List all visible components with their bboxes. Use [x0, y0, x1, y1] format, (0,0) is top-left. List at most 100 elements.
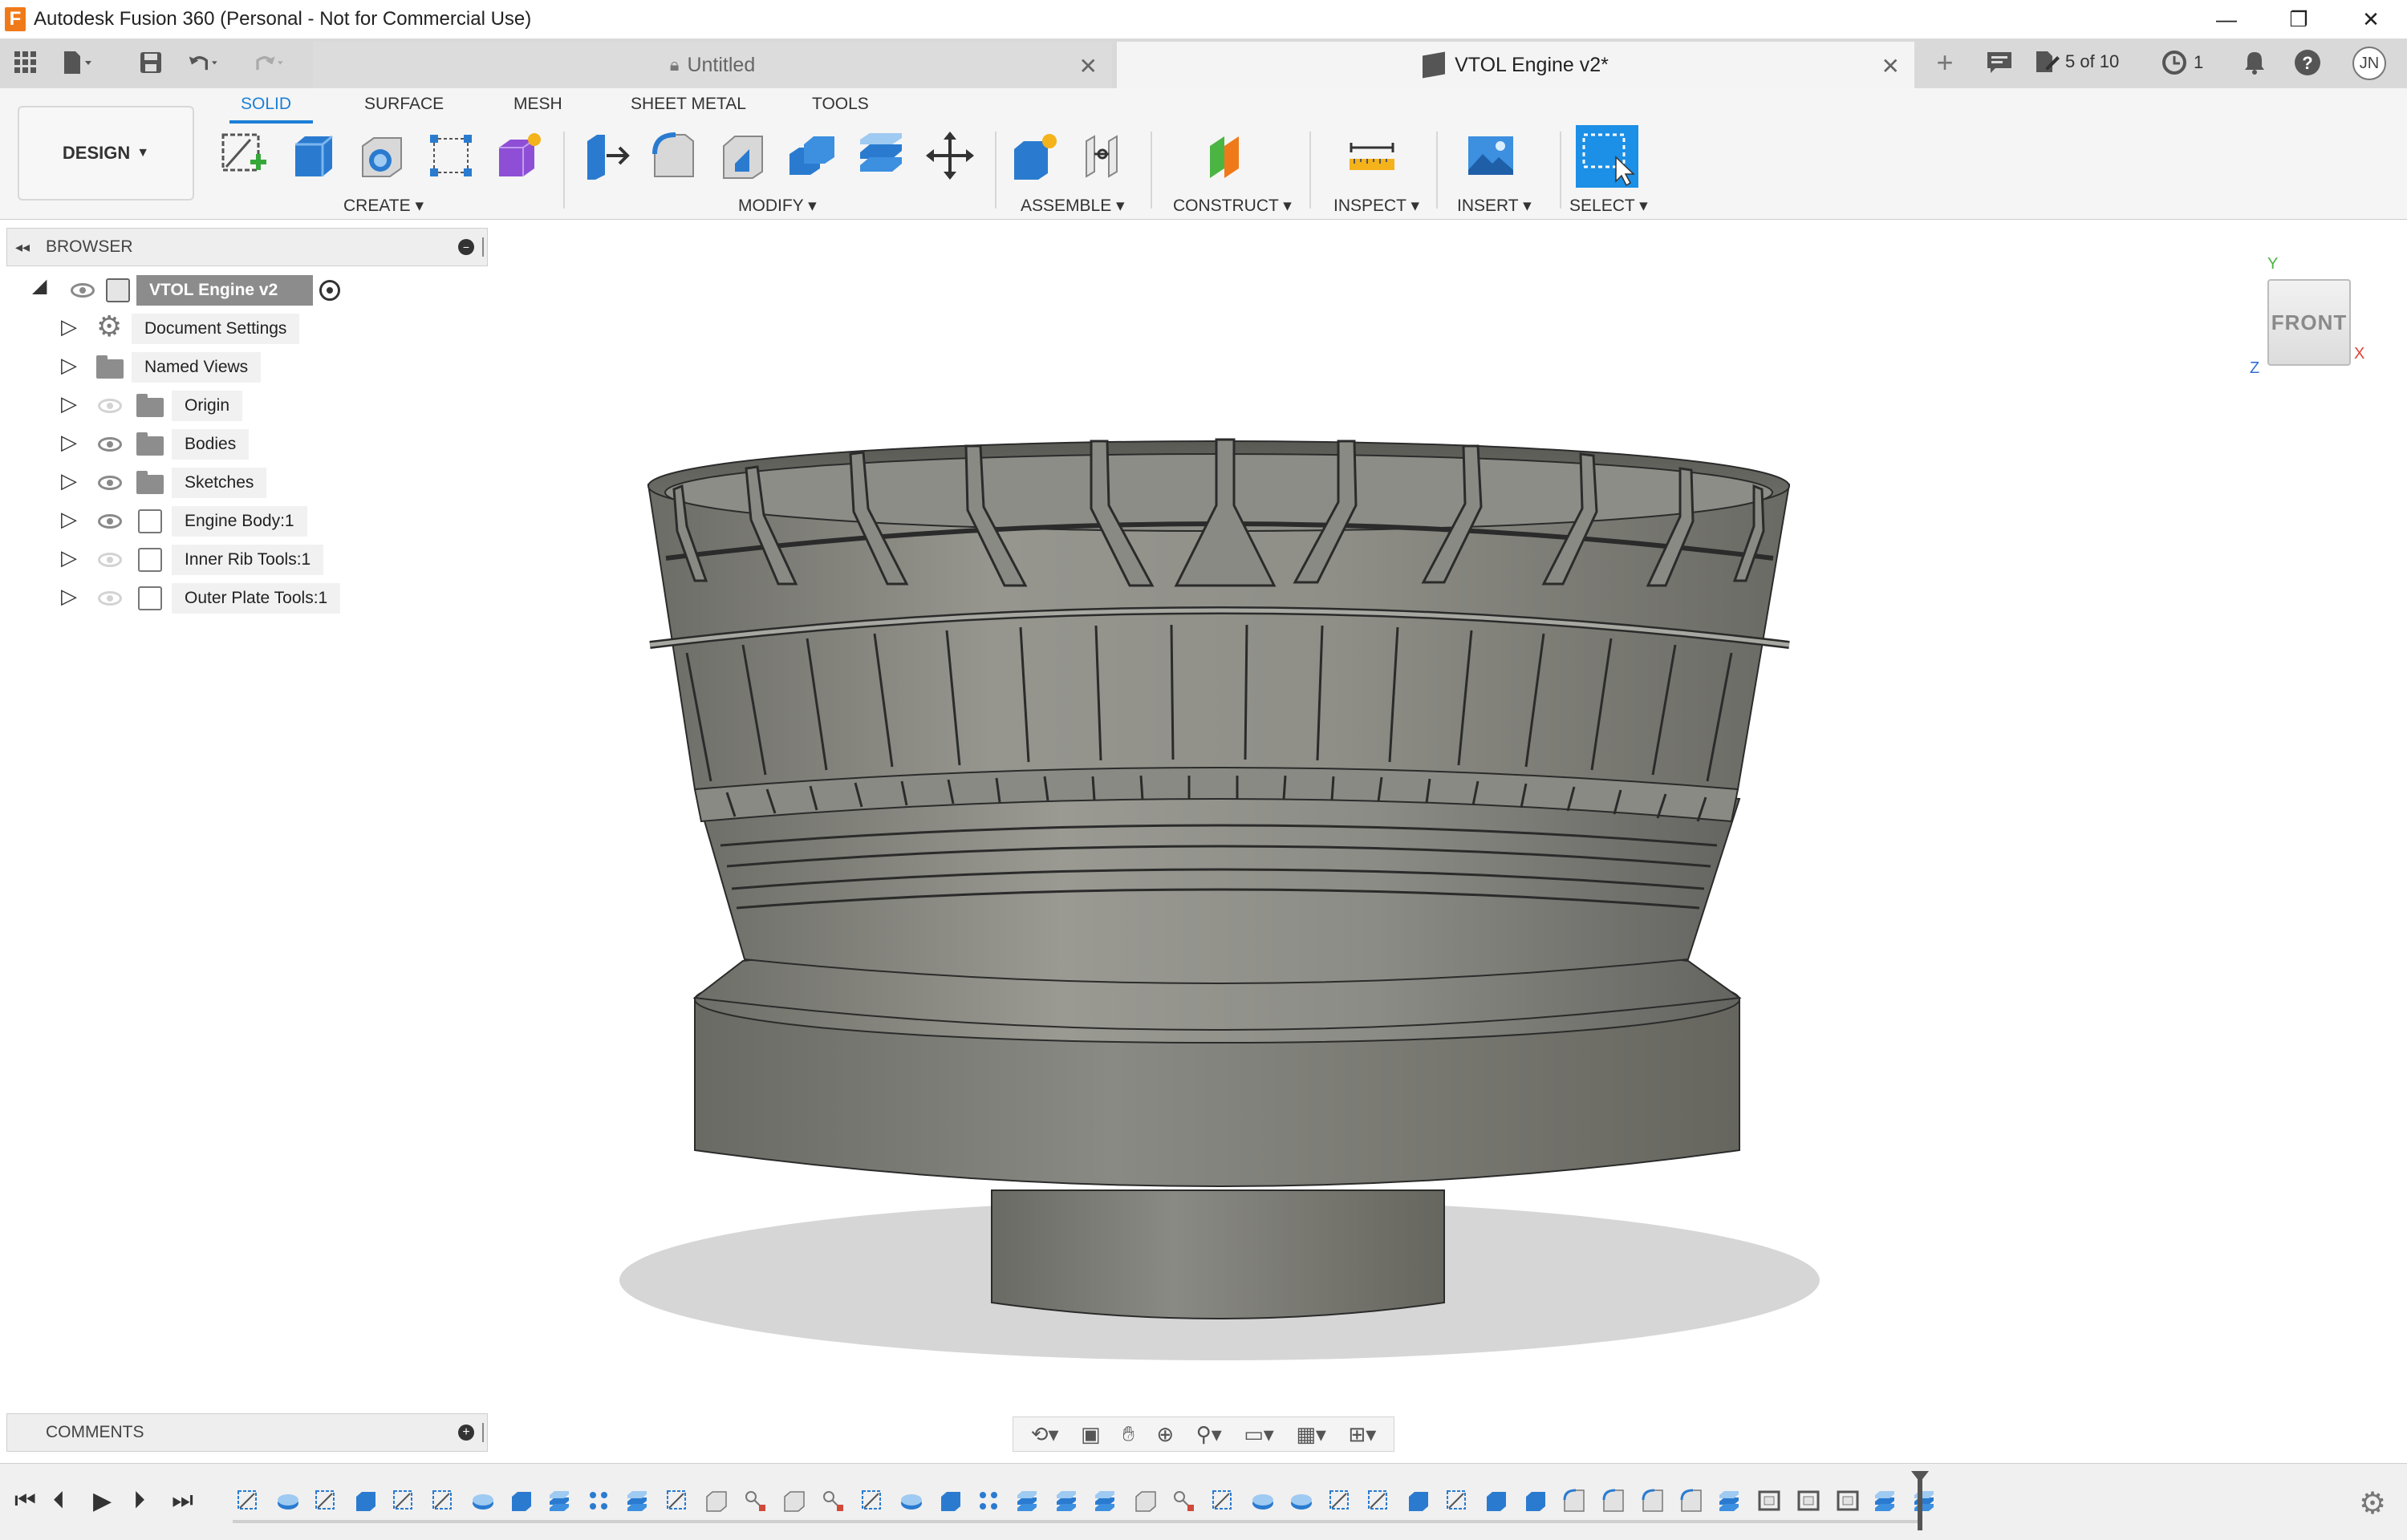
tree-item-sketches[interactable]: ▷ Sketches — [0, 467, 481, 499]
zoom-icon[interactable]: ⊕ — [1156, 1422, 1174, 1447]
3d-viewport[interactable] — [497, 228, 2407, 1447]
add-comment-icon[interactable]: + — [458, 1424, 474, 1441]
construct-menu[interactable]: CONSTRUCT ▾ — [1173, 196, 1292, 216]
collapse-triangle-icon[interactable]: ◢ — [32, 274, 47, 298]
measure-icon[interactable] — [1346, 130, 1398, 181]
eye-icon[interactable] — [98, 476, 122, 490]
tab-solid[interactable]: SOLID — [241, 95, 291, 114]
create-sketch-icon[interactable] — [218, 130, 270, 181]
job-status[interactable]: 5 of 10 — [2035, 50, 2119, 74]
viewcube[interactable]: FRONT — [2267, 279, 2351, 366]
inspect-menu[interactable]: INSPECT ▾ — [1333, 196, 1419, 216]
timeline-feature-sketch-icon[interactable] — [236, 1489, 262, 1513]
timeline-feature-sketch-icon[interactable] — [392, 1489, 417, 1513]
tree-root-row[interactable]: ◢ VTOL Engine v2 — [0, 274, 481, 306]
tab-tools[interactable]: TOOLS — [812, 95, 869, 114]
new-component-icon[interactable] — [1009, 130, 1061, 181]
redo-icon[interactable] — [254, 47, 286, 79]
expand-triangle-icon[interactable]: ▷ — [61, 430, 77, 455]
timeline-feature-pattern-icon[interactable] — [587, 1489, 612, 1513]
tree-item-outer-plate-tools[interactable]: ▷ Outer Plate Tools:1 — [0, 582, 481, 614]
construct-point-icon[interactable] — [425, 130, 477, 181]
timeline-feature-sketch-icon[interactable] — [860, 1489, 886, 1513]
timeline-feature-sketch-icon[interactable] — [1211, 1489, 1236, 1513]
timeline-feature-sketch-icon[interactable] — [314, 1489, 339, 1513]
restore-button[interactable]: ❐ — [2263, 0, 2335, 38]
insert-image-icon[interactable] — [1465, 130, 1516, 181]
eye-icon[interactable] — [98, 514, 122, 529]
timeline-feature-fillet-icon[interactable] — [1678, 1489, 1704, 1513]
timeline-feature-combine-icon[interactable] — [1873, 1489, 1899, 1513]
timeline-feature-joint-icon[interactable] — [1171, 1489, 1197, 1513]
timeline-feature-box-icon[interactable] — [1133, 1489, 1159, 1513]
timeline-feature-shell-icon[interactable] — [1756, 1489, 1782, 1513]
eye-icon[interactable] — [71, 283, 95, 298]
timeline-feature-shell-icon[interactable] — [1796, 1489, 1821, 1513]
timeline-feature-revolve-icon[interactable] — [1289, 1489, 1314, 1513]
help-icon[interactable]: ? — [2291, 47, 2324, 79]
eye-hidden-icon[interactable] — [98, 591, 122, 606]
create-form-icon[interactable] — [493, 130, 544, 181]
tab-sheet-metal[interactable]: SHEET METAL — [631, 95, 746, 114]
timeline-feature-revolve-icon[interactable] — [1250, 1489, 1276, 1513]
timeline-feature-extrude-icon[interactable] — [1523, 1489, 1549, 1513]
extrude-icon[interactable] — [287, 130, 339, 181]
play-icon[interactable]: ▶︎ — [93, 1487, 112, 1515]
timeline-feature-combine-icon[interactable] — [548, 1489, 574, 1513]
timeline-feature-fillet-icon[interactable] — [1601, 1489, 1626, 1513]
timeline-feature-box-icon[interactable] — [781, 1489, 807, 1513]
orbit-icon[interactable]: ⟲▾ — [1031, 1422, 1059, 1447]
collapse-panel-icon[interactable]: ◂◂ — [15, 239, 30, 256]
timeline-feature-box-icon[interactable] — [704, 1489, 729, 1513]
user-avatar[interactable]: JN — [2352, 47, 2386, 80]
tab-surface[interactable]: SURFACE — [364, 95, 444, 114]
timeline-feature-sketch-icon[interactable] — [1366, 1489, 1392, 1513]
save-icon[interactable] — [135, 47, 167, 79]
new-tab-icon[interactable]: + — [1929, 46, 1961, 79]
timeline-feature-combine-icon[interactable] — [1055, 1489, 1081, 1513]
minimize-button[interactable]: — — [2190, 0, 2263, 38]
combine-icon[interactable] — [855, 130, 907, 181]
close-window-button[interactable]: ✕ — [2335, 0, 2407, 38]
press-pull-icon[interactable] — [581, 130, 632, 181]
timeline-marker[interactable] — [1911, 1471, 1929, 1530]
pan-hand-icon[interactable]: ✋︎ — [1122, 1421, 1134, 1447]
step-back-icon[interactable]: ⏴︎ — [53, 1487, 65, 1514]
expand-triangle-icon[interactable]: ▷ — [61, 507, 77, 532]
undo-icon[interactable] — [188, 47, 220, 79]
offset-plane-icon[interactable] — [1204, 130, 1255, 181]
tab-vtol-engine[interactable]: VTOL Engine v2* ✕ — [1117, 42, 1914, 88]
timeline-feature-extrude-icon[interactable] — [509, 1489, 534, 1513]
select-menu[interactable]: SELECT ▾ — [1569, 196, 1648, 216]
move-copy-icon[interactable] — [924, 130, 976, 181]
grid-settings-icon[interactable]: ▦▾ — [1296, 1422, 1326, 1447]
timeline-feature-revolve-icon[interactable] — [899, 1489, 924, 1513]
timeline-feature-extrude-icon[interactable] — [1406, 1489, 1431, 1513]
tree-item-inner-rib-tools[interactable]: ▷ Inner Rib Tools:1 — [0, 544, 481, 576]
timeline-feature-sketch-icon[interactable] — [1445, 1489, 1471, 1513]
tree-item-bodies[interactable]: ▷ Bodies — [0, 428, 481, 460]
timeline-feature-joint-icon[interactable] — [821, 1489, 846, 1513]
timeline-feature-sketch-icon[interactable] — [431, 1489, 457, 1513]
modify-menu[interactable]: MODIFY ▾ — [738, 196, 817, 216]
insert-menu[interactable]: INSERT ▾ — [1457, 196, 1532, 216]
eye-icon[interactable] — [98, 437, 122, 452]
eye-hidden-icon[interactable] — [98, 399, 122, 413]
tree-item-named-views[interactable]: ▷ Named Views — [0, 351, 481, 383]
timeline-feature-combine-icon[interactable] — [1913, 1489, 1938, 1513]
timeline-feature-revolve-icon[interactable] — [275, 1489, 301, 1513]
tab-untitled[interactable]: 🔒︎ Untitled ✕ — [313, 42, 1112, 88]
timeline-settings-gear-icon[interactable]: ⚙ — [2359, 1485, 2386, 1522]
go-to-end-icon[interactable]: ⏭︎ — [172, 1487, 193, 1514]
tree-item-engine-body[interactable]: ▷ Engine Body:1 — [0, 505, 481, 537]
eye-hidden-icon[interactable] — [98, 553, 122, 567]
timeline-feature-extrude-icon[interactable] — [1484, 1489, 1509, 1513]
zoom-window-icon[interactable]: ⚲▾ — [1196, 1422, 1222, 1447]
assemble-menu[interactable]: ASSEMBLE ▾ — [1021, 196, 1125, 216]
tree-item-origin[interactable]: ▷ Origin — [0, 390, 481, 422]
go-to-start-icon[interactable]: ⏮︎ — [14, 1487, 36, 1514]
close-tab-icon[interactable]: ✕ — [1881, 53, 1900, 79]
panel-resize-handle[interactable] — [482, 1423, 484, 1442]
look-at-icon[interactable]: ▣ — [1081, 1422, 1101, 1447]
tab-mesh[interactable]: MESH — [513, 95, 562, 114]
